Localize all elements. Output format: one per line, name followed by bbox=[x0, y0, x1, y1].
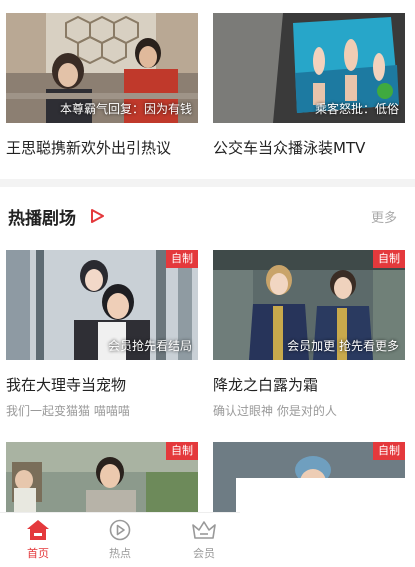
news-thumbnail[interactable]: 本尊霸气回复：因为有钱 bbox=[6, 13, 198, 123]
tab-vip[interactable]: 会员 bbox=[174, 519, 234, 561]
tab-trending[interactable]: 热点 bbox=[90, 519, 150, 561]
news-title[interactable]: 王思聪携新欢外出引热议 bbox=[6, 137, 198, 158]
tab-label: 首页 bbox=[27, 547, 49, 560]
news-title[interactable]: 公交车当众播泳装MTV bbox=[213, 137, 405, 158]
play-circle-icon bbox=[109, 519, 131, 541]
news-card-2[interactable]: 乘客怒批：低俗 公交车当众播泳装MTV bbox=[213, 13, 405, 158]
crown-icon bbox=[192, 521, 216, 539]
drama-card-1[interactable]: 自制 会员抢先看结局 我在大理寺当宠物 我们一起变猫猫 喵喵喵 bbox=[6, 250, 198, 419]
section-title: 热播剧场 bbox=[8, 209, 76, 229]
tab-label: 热点 bbox=[109, 547, 131, 560]
bottom-tab-bar: 首页 热点 会员 bbox=[0, 512, 240, 567]
drama-subtitle: 确认过眼神 你是对的人 bbox=[213, 404, 337, 418]
drama-caption: 会员抢先看结局 bbox=[107, 339, 192, 353]
news-card-1[interactable]: 本尊霸气回复：因为有钱 王思聪携新欢外出引热议 bbox=[6, 13, 198, 158]
drama-caption: 会员加更 抢先看更多 bbox=[287, 339, 399, 353]
drama-thumbnail[interactable]: 自制 会员加更 抢先看更多 bbox=[213, 250, 405, 360]
section-divider bbox=[0, 179, 415, 187]
original-badge: 自制 bbox=[373, 442, 405, 460]
news-caption: 乘客怒批：低俗 bbox=[314, 102, 399, 116]
original-badge: 自制 bbox=[166, 442, 198, 460]
tab-home[interactable]: 首页 bbox=[8, 519, 68, 561]
blank-overlay bbox=[236, 478, 415, 567]
news-caption: 本尊霸气回复：因为有钱 bbox=[59, 102, 192, 116]
news-thumbnail[interactable]: 乘客怒批：低俗 bbox=[213, 13, 405, 123]
drama-card-2[interactable]: 自制 会员加更 抢先看更多 降龙之白露为霜 确认过眼神 你是对的人 bbox=[213, 250, 405, 419]
original-badge: 自制 bbox=[373, 250, 405, 268]
drama-subtitle: 我们一起变猫猫 喵喵喵 bbox=[6, 404, 130, 418]
play-arrow-icon[interactable] bbox=[90, 209, 104, 223]
more-link[interactable]: 更多 bbox=[371, 207, 397, 226]
drama-thumbnail[interactable]: 自制 会员抢先看结局 bbox=[6, 250, 198, 360]
home-icon bbox=[27, 520, 49, 540]
original-badge: 自制 bbox=[166, 250, 198, 268]
drama-title[interactable]: 我在大理寺当宠物 bbox=[6, 374, 198, 395]
tab-label: 会员 bbox=[193, 547, 215, 560]
drama-title[interactable]: 降龙之白露为霜 bbox=[213, 374, 405, 395]
